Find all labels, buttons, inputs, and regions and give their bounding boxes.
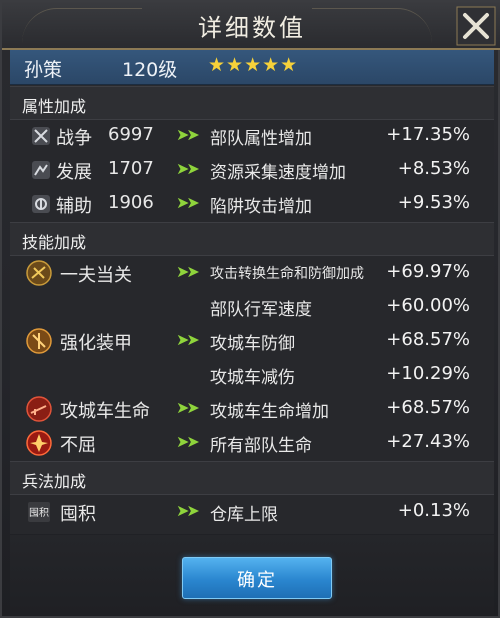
panel-header: 详细数值 [2,2,500,50]
section-title: 技能加成 [22,233,87,252]
effect-label: 资源采集速度增加 [210,163,346,183]
bonus-value: +27.43% [386,431,470,452]
skill-name: 强化装甲 [60,333,132,354]
svg-text:囤积: 囤积 [29,507,49,519]
detail-panel: 详细数值 孙策 120级 ★★★★★ 属性加成 战争 6997 ➤➤ 部队属性增… [0,0,500,618]
arrow-icon: ➤➤ [176,330,200,349]
skill-row: 不屈 ➤➤ 所有部队生命 +27.43% [10,426,494,460]
bonus-value: +9.53% [397,192,470,213]
panel-footer: 确定 [10,535,494,615]
attribute-name: 发展 [56,162,92,183]
effect-label: 部队行军速度 [210,300,312,320]
attribute-value: 6997 [108,124,154,145]
effect-label: 攻城车防御 [210,334,295,354]
effect-label: 仓库上限 [210,505,278,525]
skill-name: 不屈 [60,435,96,456]
arrow-icon: ➤➤ [176,125,200,144]
arrow-icon: ➤➤ [176,193,200,212]
arrow-icon: ➤➤ [176,501,200,520]
attribute-row: 战争 6997 ➤➤ 部队属性增加 +17.35% [10,119,494,153]
close-button[interactable] [456,6,496,46]
skill-row: 攻城车生命 ➤➤ 攻城车生命增加 +68.57% [10,392,494,426]
effect-label: 攻城车生命增加 [210,402,329,422]
effect-label: 部队属性增加 [210,129,312,149]
section-header-attributes: 属性加成 [10,86,494,120]
attribute-name: 辅助 [56,196,92,217]
bonus-value: +10.29% [386,363,470,384]
bonus-value: +60.00% [386,295,470,316]
bonus-value: +17.35% [386,124,470,145]
section-header-skills: 技能加成 [10,222,494,256]
skill-row: 攻城车减伤 +10.29% [10,358,494,392]
effect-label: 所有部队生命 [210,436,312,456]
effect-label: 陷阱攻击增加 [210,197,312,217]
attribute-value: 1906 [108,192,154,213]
skill-name: 攻城车生命 [60,401,150,422]
development-icon [32,161,50,179]
arrow-icon: ➤➤ [176,398,200,417]
tactic-name: 囤积 [60,504,96,525]
attribute-row: 发展 1707 ➤➤ 资源采集速度增加 +8.53% [10,153,494,187]
panel-title: 详细数值 [198,14,306,42]
bonus-value: +69.97% [386,261,470,282]
bonus-value: +8.53% [397,158,470,179]
confirm-button[interactable]: 确定 [182,557,332,599]
effect-label: 攻击转换生命和防御加成 [210,266,364,282]
bonus-list[interactable]: 属性加成 战争 6997 ➤➤ 部队属性增加 +17.35% 发展 1707 ➤… [10,86,494,534]
tactic-row: 囤积 囤积 ➤➤ 仓库上限 +0.13% [10,495,494,529]
hero-level: 120级 [122,59,178,81]
close-icon [456,6,496,46]
skill-name: 一夫当关 [60,265,132,286]
effect-label: 攻城车减伤 [210,368,295,388]
attribute-value: 1707 [108,158,154,179]
hoard-icon: 囤积 [28,502,50,522]
section-header-tactics: 兵法加成 [10,461,494,495]
skill-row: 部队行军速度 +60.00% [10,290,494,324]
skill-guard-icon [26,260,52,286]
attribute-row: 辅助 1906 ➤➤ 陷阱攻击增加 +9.53% [10,187,494,221]
arrow-icon: ➤➤ [176,159,200,178]
section-title: 兵法加成 [22,472,87,491]
skill-armor-icon [26,328,52,354]
skill-unyielding-icon [26,430,52,456]
bonus-value: +68.57% [386,329,470,350]
section-title: 属性加成 [22,97,87,116]
confirm-button-label: 确定 [237,570,277,591]
skill-row: 强化装甲 ➤➤ 攻城车防御 +68.57% [10,324,494,358]
bonus-value: +68.57% [386,397,470,418]
support-icon [32,195,50,213]
skill-row: 一夫当关 ➤➤ 攻击转换生命和防御加成 +69.97% [10,256,494,290]
arrow-icon: ➤➤ [176,262,200,281]
hero-info-bar: 孙策 120级 ★★★★★ [10,50,494,85]
arrow-icon: ➤➤ [176,432,200,451]
star-rating: ★★★★★ [208,54,299,76]
bonus-value: +0.13% [397,500,470,521]
hero-name: 孙策 [24,59,63,81]
crossed-swords-icon [32,127,50,145]
attribute-name: 战争 [56,128,92,149]
skill-siege-icon [26,396,52,422]
